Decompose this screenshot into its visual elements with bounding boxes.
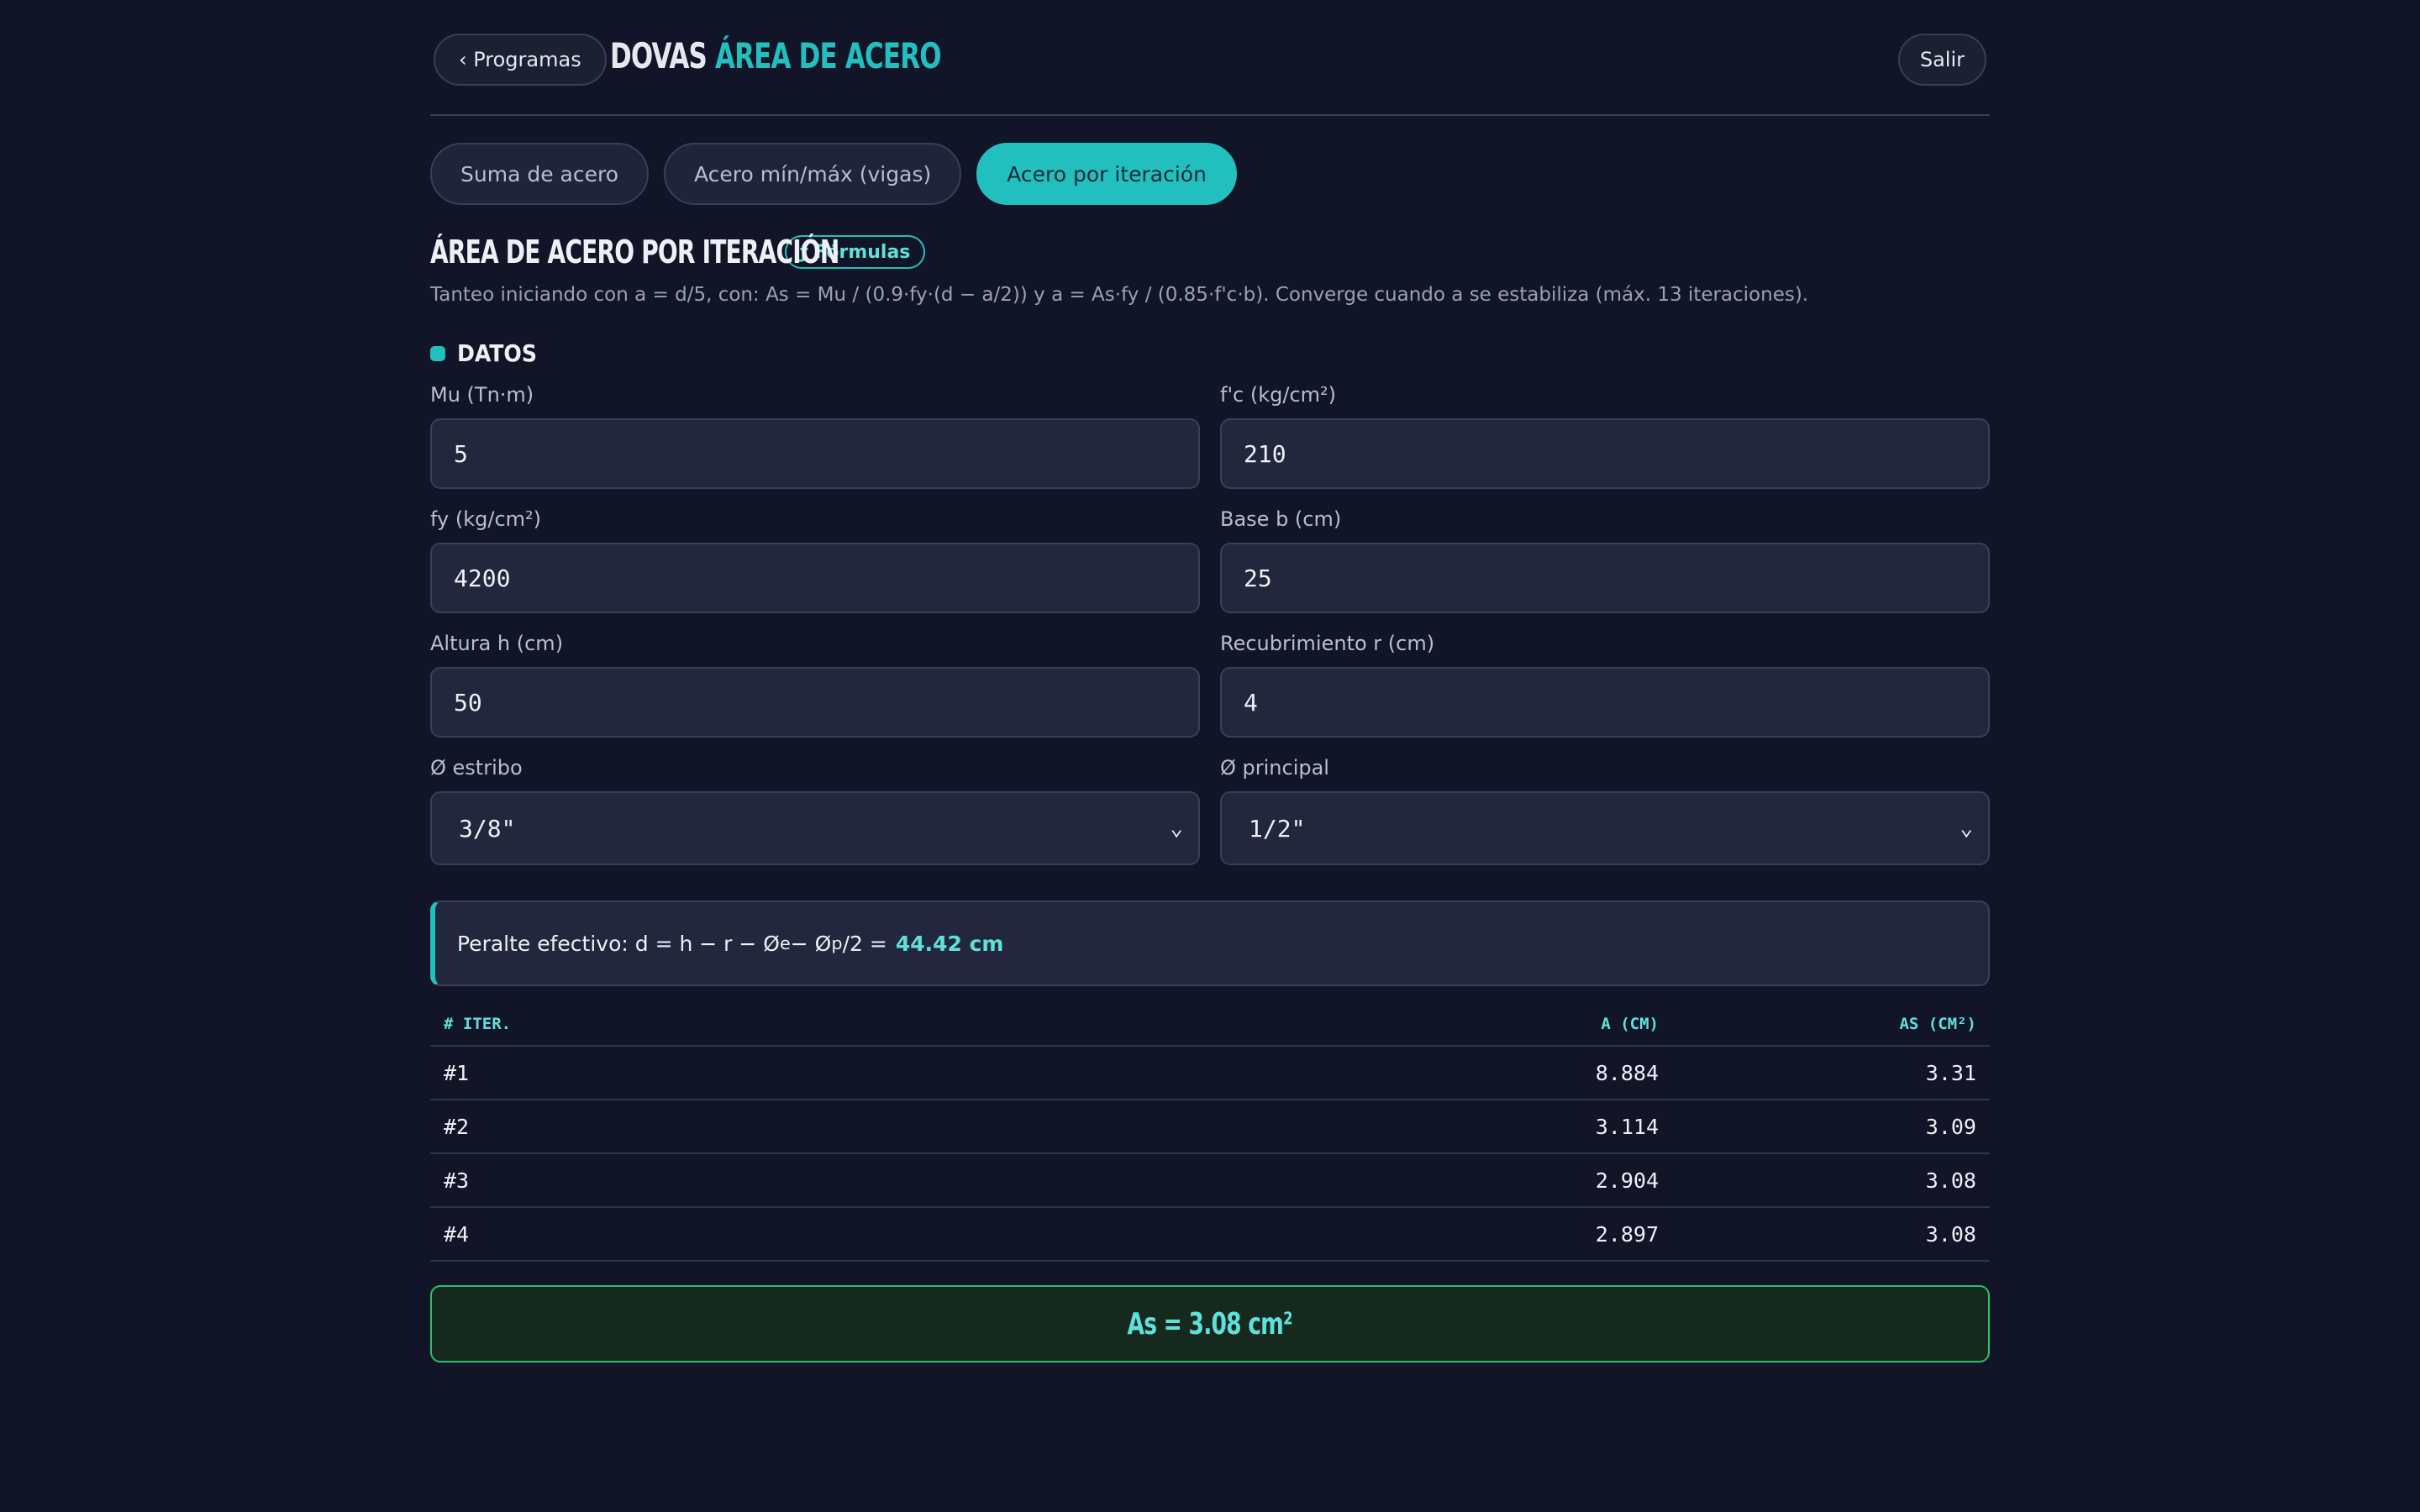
cell-iter: #2 — [444, 1114, 470, 1139]
table-row: #4 2.897 3.08 — [430, 1208, 1990, 1262]
field-recubrimiento: Recubrimiento r (cm) 4 — [1220, 632, 1990, 738]
cell-iter: #4 — [444, 1221, 470, 1247]
recubrimiento-input[interactable]: 4 — [1220, 667, 1990, 738]
field-fc: f'c (kg/cm²) 210 — [1220, 383, 1990, 489]
peralte-info-box: Peralte efectivo: d = h − r − Øe − Øp/2 … — [430, 900, 1990, 986]
fy-input[interactable]: 4200 — [430, 543, 1200, 613]
cell-iter: #1 — [444, 1060, 470, 1085]
field-altura: Altura h (cm) 50 — [430, 632, 1200, 738]
mu-input[interactable]: 5 — [430, 418, 1200, 489]
principal-select[interactable]: 1/2" ⌄ — [1220, 791, 1990, 865]
section-header: ÁREA DE ACERO POR ITERACIÓN ƒ Fórmulas — [430, 234, 926, 270]
estribo-select[interactable]: 3/8" ⌄ — [430, 791, 1200, 865]
brand-accent: ÁREA DE ACERO — [714, 35, 942, 76]
table-row: #3 2.904 3.08 — [430, 1154, 1990, 1208]
recubrimiento-label: Recubrimiento r (cm) — [1220, 632, 1435, 655]
tab-acero-min-max[interactable]: Acero mín/máx (vigas) — [664, 143, 962, 205]
chevron-down-icon: ⌄ — [1170, 816, 1183, 841]
tab-suma-de-acero[interactable]: Suma de acero — [430, 143, 650, 205]
tab-acero-por-iteracion[interactable]: Acero por iteración — [976, 143, 1237, 205]
iterations-table: # ITER. A (CM) AS (CM²) #1 8.884 3.31 #2… — [430, 1003, 1990, 1262]
cell-a: 2.904 — [1595, 1168, 1659, 1193]
cell-as: 3.08 — [1925, 1168, 1976, 1193]
field-fy: fy (kg/cm²) 4200 — [430, 507, 1200, 613]
datos-bullet-icon — [430, 345, 445, 361]
peralte-sub-p: p — [831, 933, 843, 953]
cell-as: 3.08 — [1925, 1221, 1976, 1247]
logout-button[interactable]: Salir — [1897, 34, 1986, 86]
header-as: AS (CM²) — [1899, 1015, 1976, 1033]
cell-as: 3.31 — [1925, 1060, 1976, 1085]
section-title: ÁREA DE ACERO POR ITERACIÓN — [430, 234, 839, 270]
datos-heading: DATOS — [430, 339, 537, 367]
altura-label: Altura h (cm) — [430, 632, 564, 655]
mu-label: Mu (Tn·m) — [430, 383, 534, 407]
cell-a: 8.884 — [1595, 1060, 1659, 1085]
principal-label: Ø principal — [1220, 756, 1329, 780]
estribo-label: Ø estribo — [430, 756, 523, 780]
fy-label: fy (kg/cm²) — [430, 507, 541, 531]
peralte-suffix: /2 = — [842, 931, 887, 956]
brand-main: DOVAS — [610, 35, 708, 76]
chevron-down-icon: ⌄ — [1960, 816, 1973, 841]
cell-as: 3.09 — [1925, 1114, 1976, 1139]
back-to-programs-button[interactable]: ‹ Programas — [434, 34, 607, 86]
datos-label: DATOS — [457, 339, 537, 367]
estribo-selected-value: 3/8" — [459, 814, 516, 843]
base-input[interactable]: 25 — [1220, 543, 1990, 613]
peralte-mid: − Ø — [790, 931, 832, 956]
input-grid: Mu (Tn·m) 5 f'c (kg/cm²) 210 fy (kg/cm²)… — [430, 383, 1990, 865]
field-estribo: Ø estribo 3/8" ⌄ — [430, 756, 1200, 865]
app-title: DOVAS ÁREA DE ACERO — [610, 35, 942, 76]
table-header-row: # ITER. A (CM) AS (CM²) — [430, 1003, 1990, 1047]
header-a: A (CM) — [1601, 1015, 1659, 1033]
tab-bar: Suma de acero Acero mín/máx (vigas) Acer… — [430, 143, 1237, 205]
page: ‹ Programas DOVAS ÁREA DE ACERO Salir Su… — [430, 0, 1990, 1362]
cell-a: 3.114 — [1595, 1114, 1659, 1139]
base-label: Base b (cm) — [1220, 507, 1342, 531]
section-description: Tanteo iniciando con a = d/5, con: As = … — [430, 284, 1809, 306]
table-row: #1 8.884 3.31 — [430, 1047, 1990, 1100]
peralte-sub-e: e — [779, 933, 791, 953]
altura-input[interactable]: 50 — [430, 667, 1200, 738]
header-iter: # ITER. — [444, 1015, 512, 1033]
fc-input[interactable]: 210 — [1220, 418, 1990, 489]
field-mu: Mu (Tn·m) 5 — [430, 383, 1200, 489]
cell-iter: #3 — [444, 1168, 470, 1193]
peralte-prefix: Peralte efectivo: d = h − r − Ø — [457, 931, 780, 956]
cell-a: 2.897 — [1595, 1221, 1659, 1247]
fc-label: f'c (kg/cm²) — [1220, 383, 1337, 407]
principal-selected-value: 1/2" — [1249, 814, 1306, 843]
top-bar: ‹ Programas DOVAS ÁREA DE ACERO Salir — [430, 0, 1990, 116]
table-row: #2 3.114 3.09 — [430, 1100, 1990, 1154]
result-value: As = 3.08 cm² — [1127, 1306, 1293, 1341]
field-base: Base b (cm) 25 — [1220, 507, 1990, 613]
field-principal: Ø principal 1/2" ⌄ — [1220, 756, 1990, 865]
peralte-value: 44.42 cm — [895, 931, 1004, 956]
result-box: As = 3.08 cm² — [430, 1285, 1990, 1362]
